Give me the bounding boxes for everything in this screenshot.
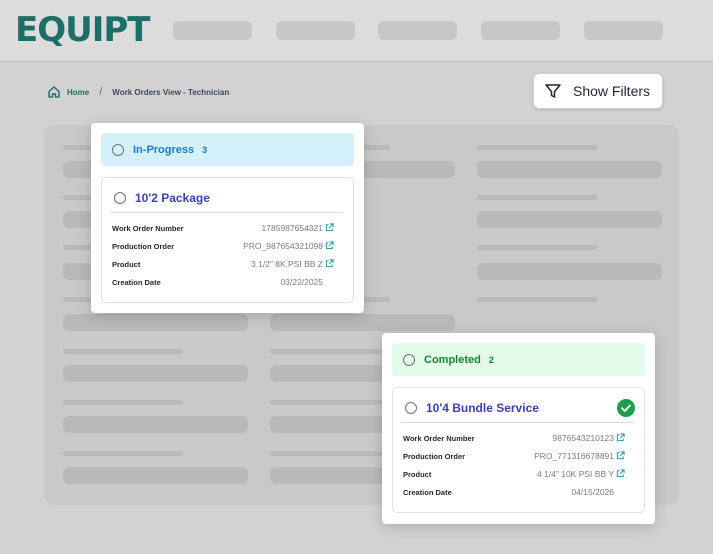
status-label: Completed — [424, 353, 481, 366]
field-value: 9876543210123 — [552, 433, 614, 443]
status-count-badge: 3 — [202, 144, 208, 155]
field-label: Work Order Number — [112, 223, 184, 233]
skeleton-row — [63, 314, 248, 331]
external-link-icon[interactable] — [325, 241, 334, 250]
breadcrumb-home[interactable]: Home — [67, 88, 89, 97]
work-order-title[interactable]: 10'4 Bundle Service — [426, 401, 539, 415]
skeleton-row — [477, 263, 662, 280]
skeleton-row — [477, 161, 662, 178]
show-filters-button[interactable]: Show Filters — [533, 73, 663, 109]
work-order-title[interactable]: 10'2 Package — [135, 191, 210, 205]
completed-column-card: Completed 2 10'4 Bundle Service Work Ord… — [382, 333, 655, 524]
show-filters-label: Show Filters — [573, 83, 651, 99]
field-value: 1785987654321 — [261, 223, 323, 233]
skeleton-row — [270, 314, 455, 331]
field-row: Production Order PRO_987654321098 — [112, 240, 323, 252]
status-count-badge: 2 — [488, 354, 494, 365]
field-value: PRO_771316678891 — [534, 451, 614, 461]
skeleton-label — [63, 349, 183, 354]
field-label: Production Order — [112, 241, 175, 251]
skeleton-label — [270, 349, 390, 354]
skeleton-label — [477, 245, 597, 250]
external-link-icon[interactable] — [325, 223, 334, 232]
skeleton-row — [63, 467, 248, 484]
field-label: Creation Date — [403, 487, 452, 497]
field-row: Product 3 1/2" 8K PSI BB Z — [112, 258, 323, 270]
nav-placeholder — [378, 21, 457, 40]
in-progress-column-card: In-Progress 3 10'2 Package Work Order Nu… — [91, 123, 364, 313]
skeleton-row — [63, 365, 248, 382]
nav-placeholder — [481, 21, 560, 40]
radio-icon[interactable] — [112, 143, 124, 156]
skeleton-row — [477, 211, 662, 228]
field-row: Creation Date 04/15/2026 — [403, 486, 614, 498]
field-row: Work Order Number 1785987654321 — [112, 222, 323, 234]
skeleton-label — [270, 400, 390, 405]
external-link-icon[interactable] — [616, 469, 625, 478]
nav-placeholder — [173, 21, 252, 40]
breadcrumb: Home / Work Orders View - Technician — [47, 84, 229, 100]
divider — [110, 212, 343, 213]
field-label: Production Order — [403, 451, 466, 461]
radio-icon[interactable] — [114, 192, 126, 204]
field-label: Product — [403, 469, 432, 479]
field-label: Product — [112, 259, 141, 269]
in-progress-header[interactable]: In-Progress 3 — [101, 133, 354, 166]
radio-icon[interactable] — [403, 353, 415, 366]
skeleton-label — [477, 195, 597, 200]
field-row: Production Order PRO_771316678891 — [403, 450, 614, 462]
filter-icon — [545, 84, 561, 98]
status-label: In-Progress — [133, 143, 195, 156]
skeleton-label — [63, 400, 183, 405]
field-value: 03/22/2025 — [280, 277, 323, 287]
work-order-card[interactable]: 10'4 Bundle Service Work Order Number 98… — [392, 387, 645, 513]
nav-placeholder — [276, 21, 355, 40]
skeleton-label — [63, 451, 183, 456]
nav-placeholder — [584, 21, 663, 40]
app-logo[interactable]: EQUIPT — [15, 10, 150, 50]
field-value: 3 1/2" 8K PSI BB Z — [251, 259, 323, 269]
external-link-icon[interactable] — [325, 259, 334, 268]
external-link-icon[interactable] — [616, 451, 625, 460]
check-circle-icon — [617, 399, 635, 417]
field-value: PRO_987654321098 — [243, 241, 323, 251]
field-row: Work Order Number 9876543210123 — [403, 432, 614, 444]
skeleton-label — [270, 451, 390, 456]
radio-icon[interactable] — [405, 402, 417, 414]
completed-header[interactable]: Completed 2 — [392, 343, 645, 376]
divider — [401, 422, 634, 423]
external-link-icon[interactable] — [616, 433, 625, 442]
field-value: 4 1/4" 10K PSI BB Y — [536, 469, 614, 479]
top-bar: EQUIPT — [0, 0, 713, 62]
field-row: Product 4 1/4" 10K PSI BB Y — [403, 468, 614, 480]
skeleton-row — [63, 416, 248, 433]
work-order-card[interactable]: 10'2 Package Work Order Number 178598765… — [101, 177, 354, 303]
field-row: Creation Date 03/22/2025 — [112, 276, 323, 288]
breadcrumb-separator: / — [99, 86, 103, 98]
skeleton-label — [477, 145, 597, 150]
field-value: 04/15/2026 — [571, 487, 614, 497]
breadcrumb-current: Work Orders View - Technician — [112, 87, 230, 97]
field-label: Creation Date — [112, 277, 161, 287]
skeleton-label — [477, 297, 597, 302]
home-icon[interactable] — [47, 85, 61, 99]
field-label: Work Order Number — [403, 433, 475, 443]
